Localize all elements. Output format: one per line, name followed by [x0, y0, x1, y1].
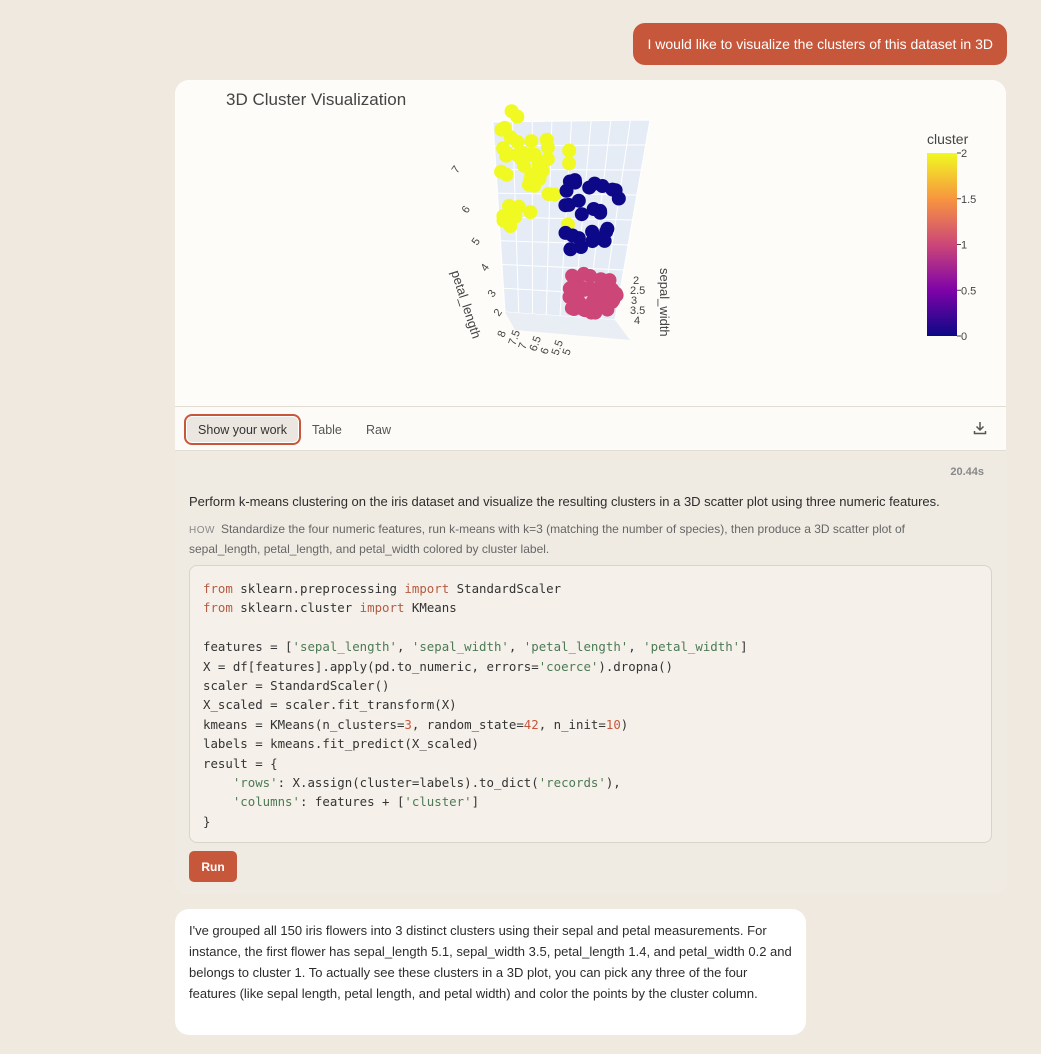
point-cluster-1	[576, 266, 591, 281]
point-cluster-2	[494, 164, 509, 179]
point-cluster-2	[504, 104, 519, 119]
left-tick-label: 6	[460, 204, 473, 216]
tab-raw[interactable]: Raw	[366, 414, 391, 445]
point-cluster-1	[591, 281, 605, 296]
assistant-reply-text: I've grouped all 150 iris flowers into 3…	[189, 923, 792, 1001]
point-cluster-2	[494, 122, 509, 137]
chart-area: 3D Cluster Visualization 7 6 5 4 3 2 8 7.5 7 6.5 6…	[175, 80, 1006, 406]
show-your-work-panel: 20.44s Perform k-means clustering on the…	[175, 451, 1006, 894]
point-cluster-2	[541, 187, 556, 201]
point-cluster-2	[510, 135, 525, 149]
colorbar-title: cluster	[927, 131, 969, 147]
assistant-result-card: 3D Cluster Visualization 7 6 5 4 3 2 8 7.5 7 6.5 6…	[175, 80, 1006, 894]
point-cluster-0	[595, 179, 610, 193]
point-cluster-2	[496, 213, 511, 228]
colorbar-tick-label: 2	[961, 148, 967, 160]
user-message-bubble: I would like to visualize the clusters o…	[633, 23, 1007, 65]
left-tick-label: 4	[479, 262, 492, 274]
right-tick-label: 4	[634, 315, 640, 327]
tab-show-your-work[interactable]: Show your work	[184, 414, 301, 445]
point-cluster-0	[582, 180, 597, 195]
assistant-reply: I've grouped all 150 iris flowers into 3…	[175, 909, 806, 1035]
result-tab-bar: Show your work Table Raw	[175, 406, 1006, 451]
left-tick-label: 3	[486, 288, 499, 300]
point-cluster-0	[563, 242, 578, 257]
how-text: Standardize the four numeric features, r…	[189, 522, 905, 556]
point-cluster-2	[524, 134, 539, 149]
point-cluster-2	[496, 141, 511, 156]
run-duration: 20.44s	[950, 466, 984, 478]
left-tick-label: 5	[470, 236, 483, 248]
run-button[interactable]: Run	[189, 851, 237, 882]
point-cluster-0	[585, 224, 600, 239]
point-cluster-2	[523, 205, 538, 220]
point-cluster-2	[508, 209, 523, 224]
download-icon[interactable]	[972, 420, 988, 436]
tab-table[interactable]: Table	[312, 414, 342, 445]
left-tick-label: 7	[450, 164, 463, 176]
point-cluster-1	[578, 282, 593, 297]
user-message-text: I would like to visualize the clusters o…	[647, 36, 993, 52]
axis-label-left: petal_length	[448, 268, 484, 340]
colorbar-ticks: 2 1.5 1 0.5 0	[957, 148, 976, 343]
3d-scatter-chart[interactable]: 76543287.576.565.55 22.533.54 petal_leng…	[175, 80, 1006, 406]
point-cluster-1	[602, 273, 617, 288]
code-block[interactable]: from sklearn.preprocessing import Standa…	[189, 565, 992, 843]
colorbar-tick-label: 0.5	[961, 285, 976, 297]
work-summary: Perform k-means clustering on the iris d…	[189, 494, 940, 509]
colorbar	[927, 153, 957, 336]
point-cluster-2	[524, 167, 539, 182]
colorbar-tick-label: 1	[961, 240, 967, 252]
point-cluster-0	[571, 193, 586, 208]
colorbar-tick-label: 0	[961, 331, 967, 343]
point-cluster-1	[576, 302, 591, 317]
colorbar-tick-label: 1.5	[961, 194, 976, 206]
left-tick-label: 2	[492, 307, 505, 319]
how-label: HOW	[189, 525, 215, 536]
point-cluster-2	[562, 143, 577, 158]
point-cluster-2	[562, 156, 577, 171]
point-cluster-0	[574, 207, 589, 222]
how-description: HOW Standardize the four numeric features…	[189, 520, 979, 559]
point-cluster-0	[571, 231, 586, 246]
right-axis-ticks: 22.533.54	[630, 275, 645, 327]
point-cluster-1	[605, 288, 620, 303]
point-cluster-0	[586, 202, 601, 216]
left-tick-label: 8	[496, 329, 509, 339]
axis-label-right: sepal_width	[657, 268, 672, 337]
point-cluster-0	[567, 173, 582, 188]
left-tick-label: 5	[561, 347, 574, 357]
point-cluster-0	[558, 225, 573, 240]
